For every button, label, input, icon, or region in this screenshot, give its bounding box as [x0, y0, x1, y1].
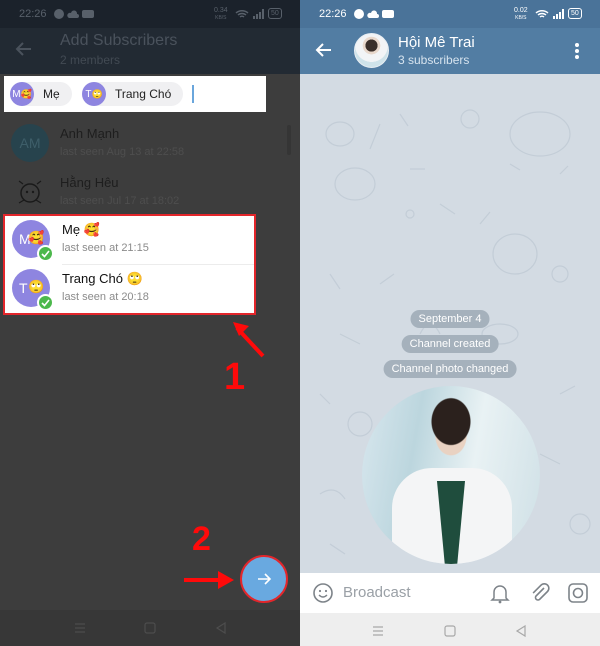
back-arrow-icon[interactable]	[14, 39, 34, 59]
cloud-icon	[367, 9, 379, 22]
channel-photo[interactable]	[362, 386, 540, 564]
service-message-photo-changed: Channel photo changed	[383, 360, 517, 378]
message-composer: Broadcast	[300, 573, 600, 613]
status-bar: 22:26 0.02 KB/S 50	[300, 0, 600, 28]
scrollbar[interactable]	[287, 125, 291, 155]
contact-last-seen: last seen Jul 17 at 18:02	[60, 195, 180, 207]
arrow-right-icon	[258, 573, 272, 585]
chip-label: Mẹ	[43, 87, 60, 101]
app-bar: Hội Mê Trai 3 subscribers	[300, 28, 600, 74]
battery-icon: 50	[268, 8, 282, 19]
net-speed: 0.02 KB/S	[514, 7, 528, 22]
contact-last-seen: last seen Aug 13 at 22:58	[60, 146, 185, 158]
signal-icon	[252, 9, 266, 22]
check-icon	[37, 294, 54, 311]
channel-title[interactable]: Hội Mê Trai	[398, 34, 475, 51]
service-message-channel-created: Channel created	[401, 335, 499, 353]
system-nav-bar	[0, 610, 300, 646]
broadcast-input[interactable]: Broadcast	[343, 584, 411, 601]
youtube-icon	[382, 9, 394, 22]
notification-bell-icon[interactable]	[490, 582, 510, 604]
more-options-icon[interactable]	[574, 42, 580, 60]
avatar-emoji: 🥰	[20, 88, 32, 99]
battery-icon: 50	[568, 8, 582, 19]
contact-row-selected[interactable]: M 🥰 Mẹ 🥰 last seen at 21:15	[5, 216, 254, 264]
back-arrow-icon[interactable]	[314, 40, 334, 60]
wifi-icon	[235, 9, 249, 22]
net-speed-value: 0.02	[514, 7, 528, 14]
emoji-icon[interactable]	[312, 582, 334, 604]
page-title: Add Subscribers	[60, 32, 178, 49]
avatar-initial: T	[19, 280, 28, 296]
contact-row-selected[interactable]: T 🙄 Trang Chó 🙄 last seen at 20:18	[5, 265, 254, 313]
highlight-selected-contacts: M 🥰 Mẹ 🥰 last seen at 21:15 T 🙄 Trang Ch…	[3, 214, 256, 315]
annotation-step-2: 2	[192, 520, 211, 558]
next-button[interactable]	[240, 555, 288, 603]
service-message-date: September 4	[410, 310, 490, 328]
back-nav-icon[interactable]	[513, 623, 529, 639]
chip-me[interactable]: M 🥰 Mẹ	[10, 82, 72, 106]
annotation-arrow-2-icon	[184, 571, 234, 589]
home-icon[interactable]	[442, 623, 458, 639]
text-cursor	[192, 85, 194, 103]
sticker-avatar-icon	[18, 180, 42, 204]
contact-row[interactable]: AM Anh Mạnh last seen Aug 13 at 22:58	[0, 117, 300, 166]
wifi-icon	[535, 9, 549, 22]
net-speed-unit: KB/S	[515, 15, 527, 21]
messenger-icon	[354, 9, 364, 22]
youtube-icon	[82, 9, 94, 22]
annotation-step-1: 1	[224, 356, 246, 398]
net-speed: 0.34 KB/S	[214, 7, 228, 22]
chip-trang-cho[interactable]: T 🙄 Trang Chó	[82, 82, 184, 106]
attach-icon[interactable]	[529, 582, 551, 604]
chip-avatar: M 🥰	[10, 82, 34, 106]
back-nav-icon[interactable]	[213, 620, 229, 636]
chip-avatar: T 🙄	[82, 82, 106, 106]
contact-name: Trang Chó 🙄	[62, 271, 143, 286]
avatar-emoji: 🙄	[91, 88, 103, 99]
cloud-icon	[67, 9, 79, 22]
home-icon[interactable]	[142, 620, 158, 636]
messenger-icon	[54, 9, 64, 22]
net-speed-value: 0.34	[214, 7, 228, 14]
signal-icon	[552, 9, 566, 22]
chip-label: Trang Chó	[115, 87, 172, 101]
contact-name: Anh Mạnh	[60, 126, 120, 141]
contact-last-seen: last seen at 21:15	[62, 242, 149, 254]
recent-apps-icon[interactable]	[72, 620, 88, 636]
channel-screen: 22:26 0.02 KB/S 50 Hội Mê Trai 3 subscri…	[300, 0, 600, 646]
contact-row[interactable]: Hằng Hêu last seen Jul 17 at 18:02	[0, 166, 300, 215]
net-speed-unit: KB/S	[215, 15, 227, 21]
contact-last-seen: last seen at 20:18	[62, 291, 149, 303]
avatar-initial: M	[12, 88, 21, 100]
avatar	[11, 173, 49, 211]
system-nav-bar	[300, 613, 600, 646]
contact-name: Hằng Hêu	[60, 175, 119, 190]
status-time: 22:26	[19, 8, 47, 20]
selected-chips-field[interactable]: M 🥰 Mẹ T 🙄 Trang Chó	[4, 76, 266, 112]
avatar-emoji: 🥰	[28, 230, 45, 245]
member-count: 2 members	[60, 53, 121, 67]
recent-apps-icon[interactable]	[370, 623, 386, 639]
avatar: AM	[11, 124, 49, 162]
avatar-emoji: 🙄	[28, 279, 45, 294]
add-subscribers-screen: 22:26 0.34 KB/S 50 Add Subscribers 2 mem…	[0, 0, 300, 646]
status-time: 22:26	[319, 8, 347, 20]
camera-icon[interactable]	[567, 582, 589, 604]
channel-avatar[interactable]	[354, 33, 389, 68]
contact-name: Mẹ 🥰	[62, 222, 100, 237]
subscriber-count: 3 subscribers	[398, 53, 470, 67]
app-bar: Add Subscribers 2 members	[0, 28, 300, 74]
check-icon	[37, 245, 54, 262]
status-bar: 22:26 0.34 KB/S 50	[0, 0, 300, 28]
